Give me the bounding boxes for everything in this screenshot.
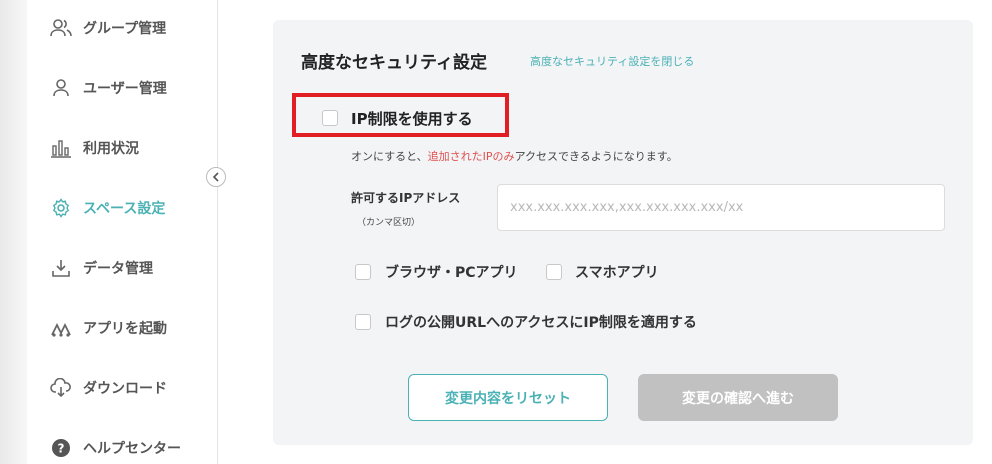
log-url-checkbox[interactable]	[355, 314, 371, 330]
cloud-download-icon	[49, 376, 73, 400]
ip-restriction-description: オンにすると、追加されたIPのみアクセスできるようになります。	[351, 148, 678, 164]
left-gutter	[0, 0, 27, 464]
sidebar-item-usage[interactable]: 利用状況	[49, 133, 139, 163]
sidebar-item-label: ダウンロード	[83, 381, 167, 397]
allowed-ip-sublabel: （カンマ区切）	[357, 218, 421, 228]
sidebar-item-user-management[interactable]: ユーザー管理	[49, 73, 167, 103]
confirm-button[interactable]: 変更の確認へ進む	[638, 374, 838, 421]
chevron-left-icon	[212, 172, 219, 182]
sidebar-item-data-management[interactable]: データ管理	[49, 253, 153, 283]
log-url-label[interactable]: ログの公開URLへのアクセスにIP制限を適用する	[385, 312, 697, 332]
smartphone-checkbox[interactable]	[546, 264, 562, 280]
sidebar: グループ管理 ユーザー管理 利用状況 スペース設定 データ管理 アプリを起動 ダ…	[27, 0, 218, 464]
sidebar-item-help-center[interactable]: ? ヘルプセンター	[49, 433, 181, 463]
sidebar-item-label: ヘルプセンター	[83, 441, 181, 457]
allowed-ip-label: 許可するIPアドレス	[351, 191, 461, 205]
sidebar-item-launch-app[interactable]: アプリを起動	[49, 313, 167, 343]
browser-pc-label[interactable]: ブラウザ・PCアプリ	[385, 262, 518, 282]
sidebar-item-label: グループ管理	[83, 21, 167, 37]
advanced-security-panel: 高度なセキュリティ設定 高度なセキュリティ設定を閉じる IP制限を使用する オン…	[273, 20, 973, 445]
svg-text:?: ?	[58, 442, 65, 456]
download-icon	[49, 256, 73, 280]
reset-button[interactable]: 変更内容をリセット	[408, 374, 608, 421]
sidebar-item-group-management[interactable]: グループ管理	[49, 13, 166, 43]
group-icon	[49, 16, 73, 40]
allowed-ip-input[interactable]	[497, 184, 945, 231]
close-advanced-settings-link[interactable]: 高度なセキュリティ設定を閉じる	[530, 53, 694, 69]
sidebar-collapse-button[interactable]	[206, 167, 226, 187]
gear-icon	[49, 196, 73, 220]
description-highlight: 追加されたIPのみ	[427, 150, 515, 163]
user-icon	[49, 76, 73, 100]
ip-restriction-checkbox[interactable]	[322, 110, 338, 126]
sidebar-item-download[interactable]: ダウンロード	[49, 373, 167, 403]
browser-pc-checkbox[interactable]	[355, 264, 371, 280]
sidebar-item-label: データ管理	[83, 261, 153, 277]
sidebar-item-space-settings[interactable]: スペース設定	[49, 193, 165, 223]
sidebar-item-label: 利用状況	[83, 141, 139, 157]
sidebar-item-label: スペース設定	[83, 201, 166, 217]
sidebar-item-label: アプリを起動	[83, 321, 167, 337]
help-icon: ?	[49, 436, 73, 460]
panel-title: 高度なセキュリティ設定	[301, 53, 487, 73]
bar-chart-icon	[49, 136, 73, 160]
description-prefix: オンにすると、	[351, 150, 428, 163]
description-suffix: アクセスできるようになります。	[514, 150, 678, 163]
apps-icon	[49, 316, 73, 340]
sidebar-item-label: ユーザー管理	[83, 81, 167, 97]
smartphone-label[interactable]: スマホアプリ	[575, 262, 659, 282]
ip-restriction-label: IP制限を使用する	[351, 110, 473, 128]
